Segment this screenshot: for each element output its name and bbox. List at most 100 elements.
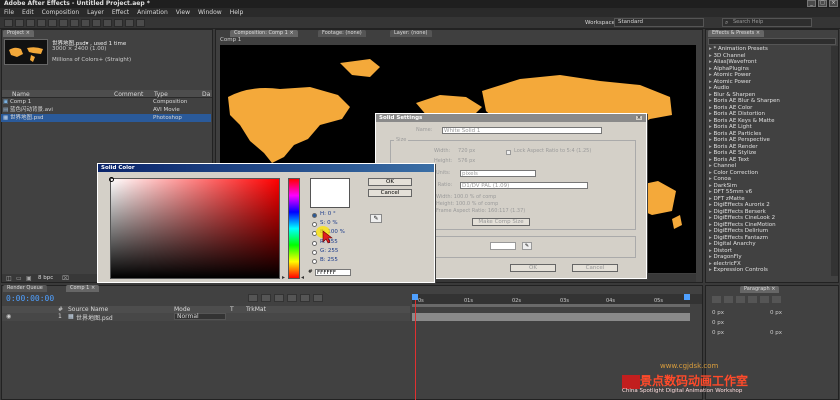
eraser-tool-icon[interactable]	[125, 19, 134, 27]
minimize-button[interactable]: _	[807, 0, 816, 7]
graph-editor-icon[interactable]	[313, 294, 323, 302]
hue-slider[interactable]	[288, 178, 300, 279]
effects-scrollbar[interactable]	[831, 46, 838, 276]
hand-tool-icon[interactable]	[15, 19, 24, 27]
effects-list-item[interactable]: ▸ DigiEffects Delirium	[709, 228, 768, 234]
effects-list-item[interactable]: ▸ DFT zMatte	[709, 196, 745, 202]
new-comp-icon[interactable]: ▣	[26, 275, 32, 282]
selection-tool-icon[interactable]	[4, 19, 13, 27]
column-name[interactable]: Name	[12, 91, 30, 98]
pen-tool-icon[interactable]	[81, 19, 90, 27]
menu-edit[interactable]: Edit	[22, 8, 34, 17]
space-before-value[interactable]: 0 px	[712, 330, 724, 336]
pan-behind-tool-icon[interactable]	[59, 19, 68, 27]
search-help-input[interactable]: Search Help	[722, 18, 812, 27]
solid-settings-cancel-button[interactable]: Cancel	[572, 264, 618, 272]
solid-settings-ok-button[interactable]: OK	[510, 264, 556, 272]
space-after-value[interactable]: 0 px	[770, 330, 782, 336]
list-item[interactable]: ▤ 蓝色闪动背景.avi AVI Movie	[1, 106, 211, 114]
rotate-tool-icon[interactable]	[37, 19, 46, 27]
make-comp-size-button[interactable]: Make Comp Size	[472, 218, 530, 226]
solid-color-cancel-button[interactable]: Cancel	[368, 189, 412, 197]
effects-list-item[interactable]: ▸ Channel	[709, 163, 736, 169]
live-update-icon[interactable]	[248, 294, 258, 302]
green-value[interactable]: G: 255	[320, 248, 338, 255]
justify-center-icon[interactable]	[760, 296, 769, 303]
layer-name[interactable]: 世界地图.psd	[76, 313, 113, 322]
menu-layer[interactable]: Layer	[87, 8, 104, 17]
lock-aspect-checkbox[interactable]	[506, 150, 511, 155]
timeline-layer-row[interactable]: ◉ 1 ▦ 世界地图.psd Normal	[2, 313, 410, 322]
tab-project[interactable]: Project ×	[3, 30, 34, 37]
effects-list-item[interactable]: ▸ 3D Channel	[709, 53, 746, 59]
effects-list-item[interactable]: ▸ DigiEffects Aurorix 2	[709, 202, 770, 208]
solid-color-swatch[interactable]	[490, 242, 516, 250]
effects-list-item[interactable]: ▸ Boris AE Distortion	[709, 111, 765, 117]
effects-list-item[interactable]: ▸ DigiEffects CineLook 2	[709, 215, 775, 221]
draft-3d-icon[interactable]	[261, 294, 271, 302]
align-center-icon[interactable]	[724, 296, 733, 303]
list-item-selected[interactable]: ▦ 世界地图.psd Photoshop	[1, 114, 211, 122]
effects-list-item[interactable]: ▸ Digital Anarchy	[709, 241, 756, 247]
effects-list-item[interactable]: ▸ DigiEffects CineMotion	[709, 222, 776, 228]
justify-left-icon[interactable]	[748, 296, 757, 303]
effects-list-item[interactable]: ▸ Boris AE Text	[709, 157, 749, 163]
effects-list-item[interactable]: ▸ Expression Controls	[709, 267, 768, 273]
brush-tool-icon[interactable]	[103, 19, 112, 27]
tab-composition[interactable]: Composition: Comp 1 ×	[230, 30, 298, 37]
effects-search-input[interactable]	[708, 38, 836, 45]
saturation-brightness-field[interactable]	[110, 178, 280, 279]
layer-duration-bar[interactable]	[412, 313, 690, 321]
width-value[interactable]: 720 px	[458, 148, 475, 155]
type-tool-icon[interactable]	[92, 19, 101, 27]
close-button[interactable]: ×	[829, 0, 838, 7]
align-left-icon[interactable]	[712, 296, 721, 303]
tab-paragraph[interactable]: Paragraph ×	[740, 286, 780, 293]
effects-list-item[interactable]: ▸ Boris AE Light	[709, 124, 752, 130]
menu-help[interactable]: Help	[230, 8, 244, 17]
comp-breadcrumb[interactable]: Comp 1	[220, 37, 241, 43]
column-type[interactable]: Type	[154, 91, 168, 98]
column-date[interactable]: Da	[202, 91, 210, 98]
indent-left-value[interactable]: 0 px	[712, 310, 724, 316]
menu-effect[interactable]: Effect	[112, 8, 129, 17]
menu-view[interactable]: View	[176, 8, 190, 17]
justify-all-icon[interactable]	[772, 296, 781, 303]
effects-list-item[interactable]: ▸ Atomic Power	[709, 79, 751, 85]
effects-list-item[interactable]: ▸ Boris AE Keys & Matte	[709, 118, 774, 124]
effects-list-item[interactable]: ▸ Color Correction	[709, 170, 758, 176]
saturation-radio[interactable]	[312, 222, 317, 227]
color-picker-cursor-icon[interactable]	[109, 177, 114, 182]
menu-composition[interactable]: Composition	[42, 8, 79, 17]
motion-blur-icon[interactable]	[300, 294, 310, 302]
align-right-icon[interactable]	[736, 296, 745, 303]
hue-value[interactable]: H: 0 °	[320, 211, 336, 218]
camera-tool-icon[interactable]	[48, 19, 57, 27]
effects-list-item[interactable]: ▸ electricFX	[709, 261, 741, 267]
indent-right-value[interactable]: 0 px	[770, 310, 782, 316]
hue-slider-right-arrow-icon[interactable]: ◂	[301, 274, 304, 281]
workspace-select[interactable]: Standard	[614, 18, 704, 27]
trash-icon[interactable]: ⌧	[62, 275, 69, 282]
indent-first-value[interactable]: 0 px	[712, 320, 724, 326]
menu-file[interactable]: File	[4, 8, 14, 17]
effects-list-item[interactable]: ▸ DragonFly	[709, 254, 742, 260]
effects-list-item[interactable]: ▸ DarkSim	[709, 183, 737, 189]
work-area-bar[interactable]	[412, 304, 690, 307]
tab-effects[interactable]: Effects & Presets ×	[708, 30, 765, 37]
new-folder-icon[interactable]: ▭	[16, 275, 22, 282]
list-item[interactable]: ▣ Comp 1 Composition	[1, 98, 211, 106]
effects-list-item[interactable]: ▸ DigiEffects Fantazm	[709, 235, 768, 241]
effects-list-item[interactable]: ▸ Boris AE Particles	[709, 131, 761, 137]
effects-list-item[interactable]: ▸ Atomic Power	[709, 72, 751, 78]
tab-layer[interactable]: Layer: (none)	[390, 30, 432, 37]
hue-radio[interactable]	[312, 213, 317, 218]
work-area-end-icon[interactable]	[684, 294, 690, 300]
effects-list-item[interactable]: ▸ * Animation Presets	[709, 46, 768, 52]
bit-depth-button[interactable]: 8 bpc	[38, 275, 53, 281]
effects-list-item[interactable]: ▸ Alias|Wavefront	[709, 59, 757, 65]
effects-list-item[interactable]: ▸ Audio	[709, 85, 729, 91]
effects-list-item[interactable]: ▸ Distort	[709, 248, 732, 254]
clone-tool-icon[interactable]	[114, 19, 123, 27]
shy-icon[interactable]	[274, 294, 284, 302]
